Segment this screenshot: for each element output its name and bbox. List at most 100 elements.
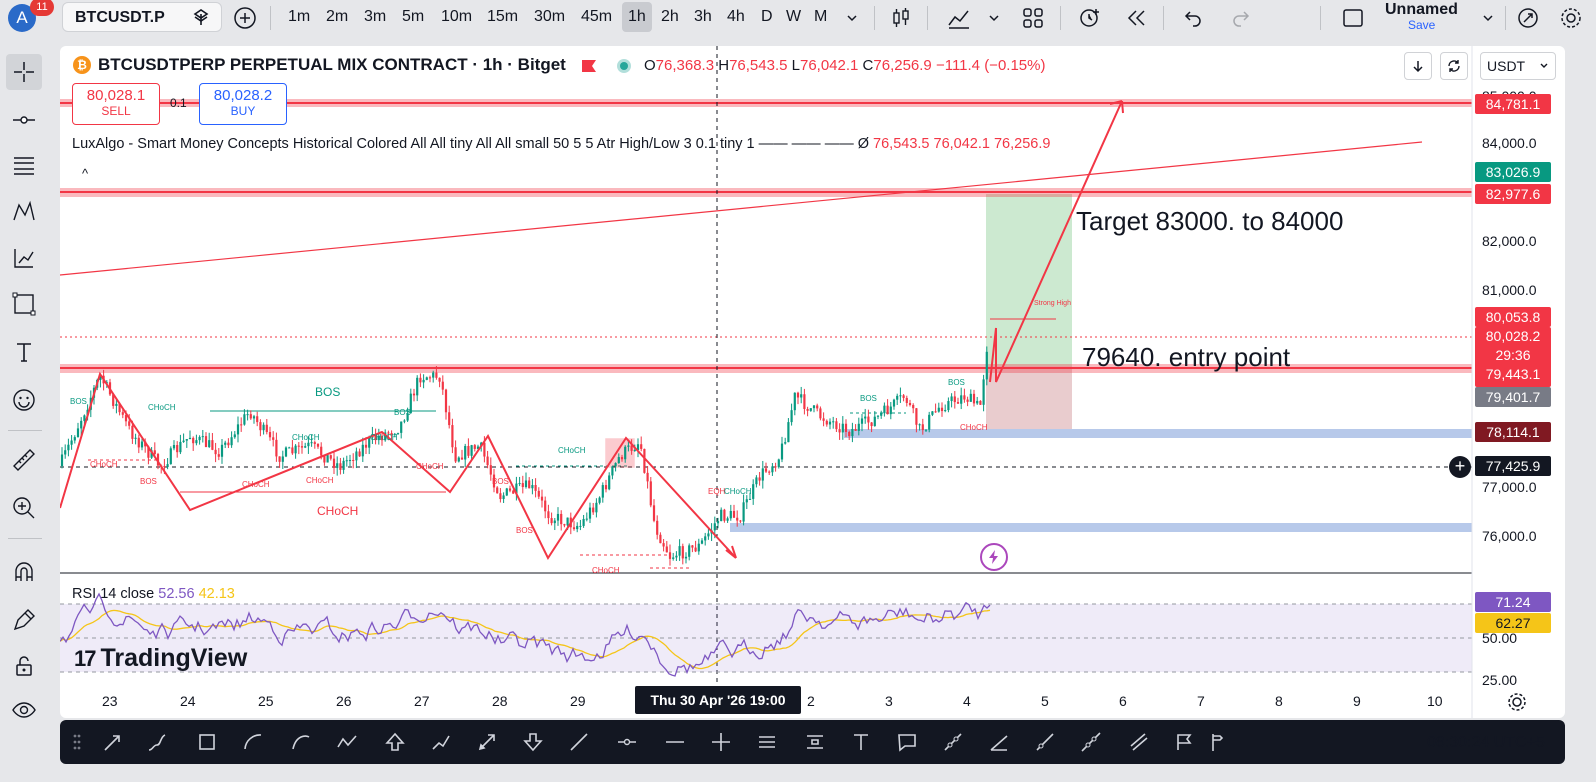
current-price-label[interactable]: 80,028.2 29:36 79,443.1 (1475, 327, 1551, 387)
ruler-icon[interactable] (6, 442, 42, 478)
price-range-icon[interactable] (802, 729, 828, 755)
arc-icon[interactable] (240, 729, 266, 755)
candles-icon[interactable] (888, 5, 914, 31)
settings-icon[interactable] (1558, 5, 1584, 31)
drag-handle-icon[interactable] (64, 729, 90, 755)
demand-zone-upper (844, 429, 1472, 438)
indicators-icon[interactable] (946, 5, 972, 31)
cross-line-icon[interactable] (708, 729, 734, 755)
lock-icon[interactable] (6, 648, 42, 684)
text-tool-icon[interactable] (848, 729, 874, 755)
save-link[interactable]: Save (1408, 18, 1435, 32)
zoom-in-icon[interactable] (6, 490, 42, 526)
stay-in-drawing-icon[interactable] (6, 602, 42, 638)
timeframe-2m[interactable]: 2m (326, 8, 348, 26)
signpost-icon[interactable] (1200, 729, 1226, 755)
timeframe-45m[interactable]: 45m (581, 8, 612, 26)
curve-icon[interactable] (288, 729, 314, 755)
crosshair-icon[interactable] (6, 54, 42, 90)
flag-icon[interactable] (580, 58, 600, 74)
text-tool-icon[interactable] (6, 334, 42, 370)
chevron-down-icon[interactable] (839, 5, 865, 31)
timeframe-30m[interactable]: 30m (534, 8, 565, 26)
timeframe-5m[interactable]: 5m (402, 8, 424, 26)
path-icon[interactable] (334, 729, 360, 755)
layout-grid-icon[interactable] (1020, 5, 1046, 31)
reset-chart-button[interactable] (1440, 52, 1468, 80)
tradingview-logo[interactable]: 17 TradingView (74, 644, 247, 673)
sell-button[interactable]: 80,028.1 SELL (72, 83, 160, 125)
price-label-78114[interactable]: 78,114.1 (1475, 422, 1551, 442)
forecast-icon[interactable] (6, 240, 42, 276)
chevron-down-icon[interactable] (1475, 5, 1501, 31)
buy-button[interactable]: 80,028.2 BUY (199, 83, 287, 125)
redo-icon[interactable] (1228, 5, 1254, 31)
long-position-icon[interactable] (1126, 729, 1152, 755)
price-label-80053[interactable]: 80,053.8 (1475, 307, 1551, 327)
entry-annotation[interactable]: 79640. entry point (1082, 342, 1290, 373)
rsi-legend[interactable]: RSI 14 close 52.56 42.13 (72, 586, 235, 602)
callout-icon[interactable] (894, 729, 920, 755)
rectangle-icon[interactable] (194, 729, 220, 755)
timeframe-1m[interactable]: 1m (288, 8, 310, 26)
arrow-down-icon[interactable] (520, 729, 546, 755)
scroll-down-button[interactable] (1404, 52, 1432, 80)
angle-icon[interactable] (986, 729, 1012, 755)
compare-plus-icon[interactable] (232, 5, 258, 31)
arrow-up-icon[interactable] (382, 729, 408, 755)
alert-lightning-icon[interactable] (980, 543, 1008, 571)
target-annotation[interactable]: Target 83000. to 84000 (1076, 206, 1343, 237)
timeframe-15m[interactable]: 15m (487, 8, 518, 26)
brush-icon[interactable] (144, 729, 170, 755)
chart-settings-gear-icon[interactable] (1506, 691, 1528, 713)
timeframe-4h[interactable]: 4h (727, 8, 745, 26)
layout-name[interactable]: Unnamed (1385, 1, 1458, 19)
currency-select[interactable]: USDT (1480, 52, 1556, 80)
arrow-tool-icon[interactable] (100, 729, 126, 755)
add-alert-plus-icon[interactable]: + (1449, 456, 1471, 478)
indicator-legend[interactable]: LuxAlgo - Smart Money Concepts Historica… (72, 136, 1050, 152)
price-label-84781[interactable]: 84,781.1 (1475, 94, 1551, 114)
arrow-marker-icon[interactable] (474, 729, 500, 755)
price-label-79401[interactable]: 79,401.7 (1475, 387, 1551, 407)
timeframe-W[interactable]: W (786, 8, 801, 26)
fib-retracement-icon[interactable] (6, 148, 42, 184)
emoji-icon[interactable] (6, 382, 42, 418)
magnet-icon[interactable] (6, 554, 42, 590)
trend-line-icon[interactable] (566, 729, 592, 755)
timeframe-M[interactable]: M (814, 8, 827, 26)
ray-icon[interactable] (1032, 729, 1058, 755)
parallel-channel-icon[interactable] (754, 729, 780, 755)
pattern-icon[interactable] (6, 194, 42, 230)
notification-badge[interactable]: 11 (30, 0, 54, 16)
polyline-icon[interactable] (428, 729, 454, 755)
flag-mark-icon[interactable] (1172, 729, 1198, 755)
replay-icon[interactable] (1124, 5, 1150, 31)
undo-icon[interactable] (1180, 5, 1206, 31)
trend-line-icon[interactable] (6, 102, 42, 138)
horizontal-ray-icon[interactable] (614, 729, 640, 755)
shapes-icon[interactable] (6, 286, 42, 322)
collapse-legend-button[interactable]: ^ (82, 166, 88, 181)
alert-clock-icon[interactable] (1077, 5, 1103, 31)
chart-panel[interactable]: ₿ BTCUSDTPERP PERPETUAL MIX CONTRACT · 1… (60, 46, 1565, 718)
horizontal-line-icon[interactable] (662, 729, 688, 755)
timeframe-3h[interactable]: 3h (694, 8, 712, 26)
timeframe-3m[interactable]: 3m (364, 8, 386, 26)
chart-title[interactable]: BTCUSDTPERP PERPETUAL MIX CONTRACT · 1h … (98, 55, 566, 75)
utc-clock[interactable]: 08:30:24 UTC+5 (1427, 734, 1545, 752)
extended-line-icon[interactable] (1078, 729, 1104, 755)
quick-search-icon[interactable] (1515, 5, 1541, 31)
timeframe-2h[interactable]: 2h (661, 8, 679, 26)
symbol-search-button[interactable]: BTCUSDT.P (62, 2, 222, 32)
timeframe-10m[interactable]: 10m (441, 8, 472, 26)
info-line-icon[interactable] (940, 729, 966, 755)
price-label-82977[interactable]: 82,977.6 (1475, 184, 1551, 204)
timeframe-1h[interactable]: 1h (628, 8, 646, 26)
layout-box-icon[interactable] (1340, 5, 1366, 31)
visibility-eye-icon[interactable] (6, 692, 42, 728)
flag-icon[interactable] (191, 8, 211, 28)
timeframe-D[interactable]: D (761, 8, 773, 26)
price-label-83026[interactable]: 83,026.9 (1475, 162, 1551, 182)
chevron-down-icon[interactable] (981, 5, 1007, 31)
